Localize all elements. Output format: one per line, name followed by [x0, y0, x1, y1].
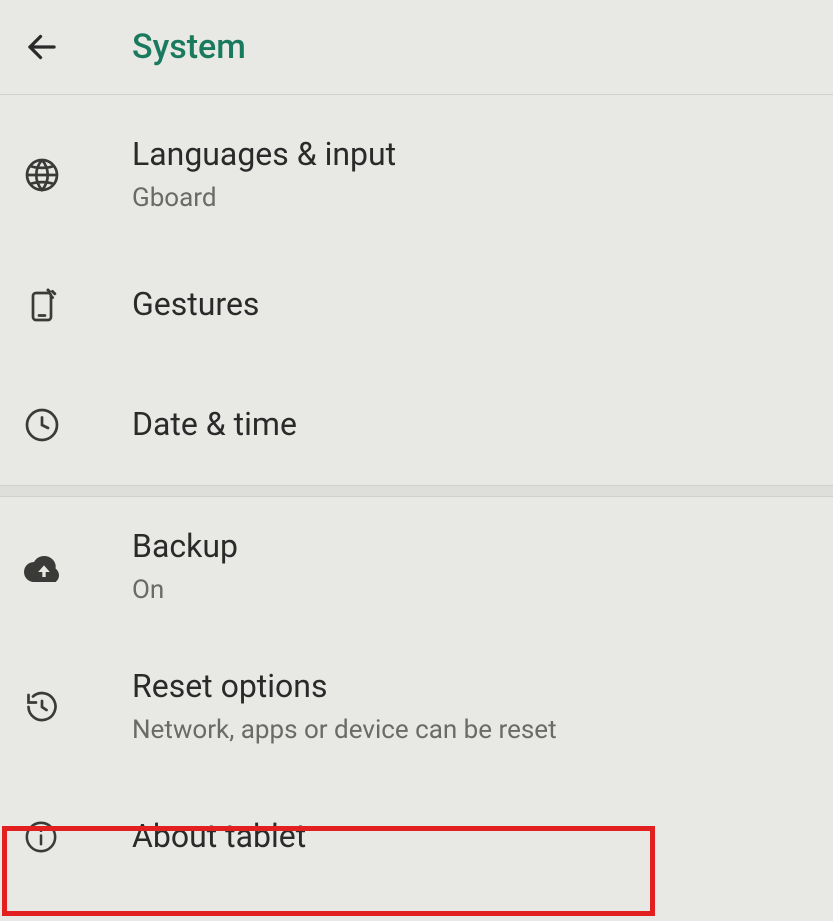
info-icon	[24, 820, 132, 854]
item-text: Languages & input Gboard	[132, 134, 396, 215]
item-subtitle: Gboard	[132, 182, 396, 216]
globe-icon	[24, 157, 132, 193]
item-title: Backup	[132, 526, 238, 568]
item-languages-input[interactable]: Languages & input Gboard	[0, 105, 833, 245]
item-backup[interactable]: Backup On	[0, 497, 833, 637]
header: System	[0, 0, 833, 95]
back-arrow-icon[interactable]	[24, 29, 60, 65]
item-title: Languages & input	[132, 134, 396, 176]
item-subtitle: Network, apps or device can be reset	[132, 714, 557, 748]
settings-list: Languages & input Gboard Gestures Dat	[0, 95, 833, 897]
item-text: Backup On	[132, 526, 238, 607]
page-title: System	[132, 27, 246, 67]
restore-icon	[24, 689, 132, 725]
item-gestures[interactable]: Gestures	[0, 245, 833, 365]
item-subtitle: On	[132, 574, 238, 608]
item-title: Gestures	[132, 284, 259, 326]
item-title: About tablet	[132, 816, 306, 858]
item-text: Reset options Network, apps or device ca…	[132, 666, 557, 747]
item-text: Date & time	[132, 404, 297, 446]
item-reset-options[interactable]: Reset options Network, apps or device ca…	[0, 637, 833, 777]
item-title: Date & time	[132, 404, 297, 446]
cloud-backup-icon	[24, 552, 132, 582]
item-text: Gestures	[132, 284, 259, 326]
section-divider	[0, 485, 833, 497]
item-about-tablet[interactable]: About tablet	[0, 777, 833, 897]
item-date-time[interactable]: Date & time	[0, 365, 833, 485]
item-text: About tablet	[132, 816, 306, 858]
clock-icon	[24, 407, 132, 443]
item-title: Reset options	[132, 666, 557, 708]
gestures-icon	[24, 287, 132, 323]
